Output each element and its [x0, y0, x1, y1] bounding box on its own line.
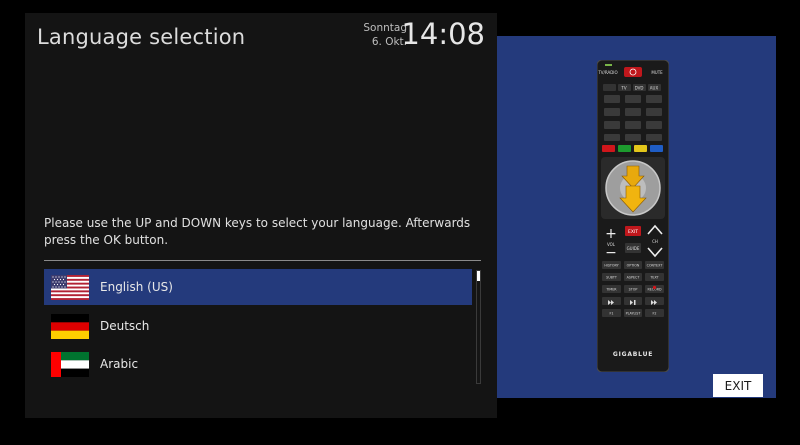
remote-ch-label: CH [652, 239, 658, 244]
language-item-english-us[interactable]: English (US) [44, 269, 472, 305]
remote-stop-label: STOP [629, 288, 638, 292]
remote-control-image: TV/RADIO MUTE TV DVD AUX + VOL − EXIT GU… [597, 60, 669, 372]
clock-display: 14:08 [401, 17, 485, 51]
remote-history-label: HISTORY [604, 264, 619, 268]
us-flag-icon [51, 274, 89, 300]
remote-aux-label: AUX [650, 86, 659, 91]
language-list[interactable]: English (US) Deutsch Arabic [44, 269, 472, 385]
instructions-text: Please use the UP and DOWN keys to selec… [44, 216, 471, 247]
remote-text-label: TEXT [649, 276, 659, 280]
remote-aspect-label: ASPECT [627, 276, 641, 280]
language-wizard-panel: Language selection Sonntag 6. Okt. 14:08… [25, 13, 497, 418]
svg-text:−: − [605, 245, 617, 261]
uae-flag-icon [51, 351, 89, 377]
remote-playlist-label: PLAYLIST [626, 312, 642, 316]
language-item-deutsch[interactable]: Deutsch [44, 308, 472, 344]
language-label: Deutsch [100, 319, 150, 333]
scrollbar-thumb[interactable] [477, 271, 480, 281]
page-title: Language selection [37, 25, 246, 49]
svg-text:+: + [605, 226, 617, 242]
remote-help-panel: TV/RADIO MUTE TV DVD AUX + VOL − EXIT GU… [497, 36, 776, 398]
remote-exit-key-label: EXIT [628, 229, 638, 235]
list-scrollbar[interactable] [476, 270, 481, 384]
divider [44, 260, 481, 261]
exit-button[interactable]: EXIT [713, 374, 763, 397]
germany-flag-icon [51, 313, 89, 339]
remote-timer-label: TIMER [605, 288, 617, 292]
record-icon [652, 285, 657, 290]
remote-option-label: OPTION [627, 264, 640, 268]
language-label: Arabic [100, 357, 139, 371]
remote-dvd-label: DVD [635, 86, 644, 91]
remote-f2-label: F2 [653, 312, 657, 316]
remote-mute-label: MUTE [651, 70, 663, 75]
remote-context-label: CONTEXT [647, 264, 664, 268]
language-label: English (US) [100, 280, 173, 294]
remote-guide-key-label: GUIDE [627, 246, 640, 251]
remote-f1-label: F1 [610, 312, 614, 316]
remote-brand-logo: GIGABLUE [613, 351, 653, 358]
remote-tv-label: TV [620, 86, 626, 91]
language-item-arabic[interactable]: Arabic [44, 346, 472, 382]
remote-tvradio-label: TV/RADIO [597, 70, 617, 75]
remote-subtt-label: SUBTT [606, 276, 618, 280]
